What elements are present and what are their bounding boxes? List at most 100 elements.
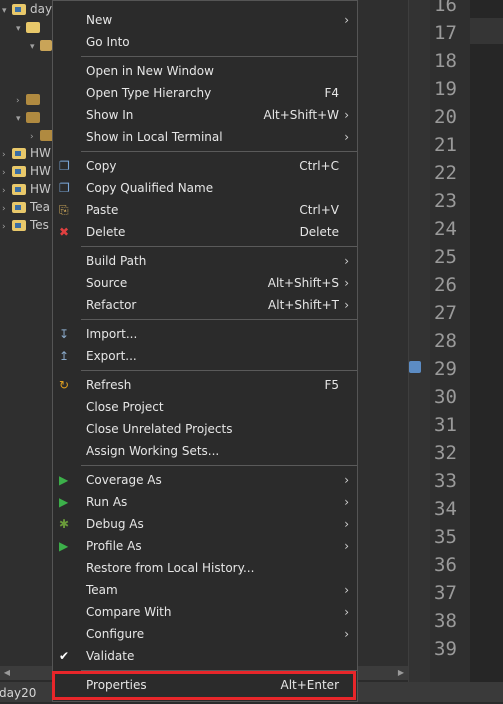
menu-item-label: Open in New Window xyxy=(86,64,214,78)
menu-item-validate[interactable]: ✔ Validate xyxy=(53,645,357,667)
delete-icon: ✖ xyxy=(59,225,70,239)
menu-item-label: Compare With xyxy=(86,605,172,619)
menu-item-shortcut: Delete xyxy=(299,225,339,239)
tree-item-label: HW xyxy=(30,182,51,196)
menu-separator xyxy=(81,370,357,371)
folder-icon xyxy=(26,22,40,33)
line-number: 25 xyxy=(434,246,457,268)
menu-item-label: Go Into xyxy=(86,35,130,49)
export-icon: ↥ xyxy=(59,349,70,363)
editor-area[interactable] xyxy=(470,0,503,682)
library-icon xyxy=(26,94,40,105)
menu-item-paste[interactable]: ⎘ Paste Ctrl+V xyxy=(53,199,357,221)
line-number: 26 xyxy=(434,274,457,296)
menu-item-export[interactable]: ↥ Export... xyxy=(53,345,357,367)
menu-item-close-project[interactable]: Close Project xyxy=(53,396,357,418)
tree-item[interactable]: › Tea xyxy=(2,198,50,216)
line-number: 24 xyxy=(434,218,457,240)
menu-item-label: Refactor xyxy=(86,298,137,312)
menu-item-show-in-local-terminal[interactable]: Show in Local Terminal › xyxy=(53,126,357,148)
copy-qualified-icon: ❐ xyxy=(59,181,70,195)
line-number: 39 xyxy=(434,638,457,660)
tree-item-label: Tes xyxy=(30,218,49,232)
menu-item-shortcut: Alt+Shift+S xyxy=(267,276,339,290)
expand-down-icon[interactable]: ▾ xyxy=(16,20,26,38)
menu-item-team[interactable]: Team › xyxy=(53,579,357,601)
package-icon xyxy=(40,40,52,51)
project-icon xyxy=(12,148,26,159)
menu-item-profile-as[interactable]: ▶ Profile As › xyxy=(53,535,357,557)
tree-item[interactable]: › xyxy=(16,90,44,108)
menu-item-label: Copy xyxy=(86,159,117,173)
menu-item-debug-as[interactable]: ✱ Debug As › xyxy=(53,513,357,535)
tree-item[interactable]: ▾ xyxy=(16,18,44,36)
coverage-icon: ▶ xyxy=(59,473,69,487)
line-number: 27 xyxy=(434,302,457,324)
line-number: 16 xyxy=(434,0,457,16)
project-icon xyxy=(12,220,26,231)
tree-item[interactable]: ▾ xyxy=(16,108,44,126)
menu-item-run-as[interactable]: ▶ Run As › xyxy=(53,491,357,513)
menu-item-open-type-hierarchy[interactable]: Open Type Hierarchy F4 xyxy=(53,82,357,104)
menu-item-source[interactable]: Source Alt+Shift+S › xyxy=(53,272,357,294)
tree-item[interactable]: › HW xyxy=(2,144,51,162)
menu-item-shortcut: Alt+Shift+T xyxy=(268,298,339,312)
menu-item-shortcut: F4 xyxy=(324,86,339,100)
menu-item-close-unrelated-projects[interactable]: Close Unrelated Projects xyxy=(53,418,357,440)
menu-item-open-in-new-window[interactable]: Open in New Window xyxy=(53,60,357,82)
line-number: 18 xyxy=(434,50,457,72)
menu-item-new[interactable]: New › xyxy=(53,9,357,31)
line-number: 20 xyxy=(434,106,457,128)
menu-item-coverage-as[interactable]: ▶ Coverage As › xyxy=(53,469,357,491)
scroll-right-icon[interactable]: ▶ xyxy=(394,666,408,680)
submenu-arrow-icon: › xyxy=(344,605,349,619)
menu-item-shortcut: Ctrl+C xyxy=(299,159,339,173)
tree-item[interactable]: › HW xyxy=(2,162,51,180)
line-number: 29 xyxy=(434,358,457,380)
line-number: 21 xyxy=(434,134,457,156)
pane-divider[interactable] xyxy=(408,0,431,682)
menu-item-refresh[interactable]: ↻ Refresh F5 xyxy=(53,374,357,396)
line-number: 31 xyxy=(434,414,457,436)
menu-item-show-in[interactable]: Show In Alt+Shift+W › xyxy=(53,104,357,126)
scroll-left-icon[interactable]: ◀ xyxy=(0,666,14,680)
menu-item-shortcut: Alt+Shift+W xyxy=(263,108,340,122)
menu-item-build-path[interactable]: Build Path › xyxy=(53,250,357,272)
menu-item-refactor[interactable]: Refactor Alt+Shift+T › xyxy=(53,294,357,316)
menu-item-label: Paste xyxy=(86,203,119,217)
paste-icon: ⎘ xyxy=(59,203,69,217)
expand-down-icon[interactable]: ▾ xyxy=(16,110,26,128)
submenu-arrow-icon: › xyxy=(344,108,349,122)
menu-item-label: Show In xyxy=(86,108,134,122)
line-number: 36 xyxy=(434,554,457,576)
menu-item-delete[interactable]: ✖ Delete Delete xyxy=(53,221,357,243)
tree-item[interactable]: › Tes xyxy=(2,216,49,234)
menu-item-shortcut: Ctrl+V xyxy=(299,203,339,217)
menu-item-copy-qualified-name[interactable]: ❐ Copy Qualified Name xyxy=(53,177,357,199)
line-number: 19 xyxy=(434,78,457,100)
expand-down-icon[interactable]: ▾ xyxy=(2,2,12,20)
submenu-arrow-icon: › xyxy=(344,583,349,597)
refresh-icon: ↻ xyxy=(59,378,70,392)
menu-item-label: Restore from Local History... xyxy=(86,561,255,575)
status-text: day20 xyxy=(0,686,37,700)
menu-item-compare-with[interactable]: Compare With › xyxy=(53,601,357,623)
expand-down-icon[interactable]: ▾ xyxy=(30,38,40,56)
submenu-arrow-icon: › xyxy=(344,254,349,268)
menu-item-import[interactable]: ↧ Import... xyxy=(53,323,357,345)
expand-right-icon[interactable]: › xyxy=(2,218,12,236)
menu-item-shortcut: F5 xyxy=(324,378,339,392)
menu-item-label: Profile As xyxy=(86,539,142,553)
menu-item-configure[interactable]: Configure › xyxy=(53,623,357,645)
menu-item-go-into[interactable]: Go Into xyxy=(53,31,357,53)
line-number: 35 xyxy=(434,526,457,548)
project-icon xyxy=(12,4,26,15)
menu-item-assign-working-sets[interactable]: Assign Working Sets... xyxy=(53,440,357,462)
menu-item-label: Team xyxy=(86,583,118,597)
tree-item[interactable]: › HW xyxy=(2,180,51,198)
menu-separator xyxy=(81,465,357,466)
line-number: 23 xyxy=(434,190,457,212)
menu-item-restore-from-local-history[interactable]: Restore from Local History... xyxy=(53,557,357,579)
menu-item-copy[interactable]: ❐ Copy Ctrl+C xyxy=(53,155,357,177)
context-menu: New › Go Into Open in New Window Open Type H… xyxy=(52,0,358,702)
